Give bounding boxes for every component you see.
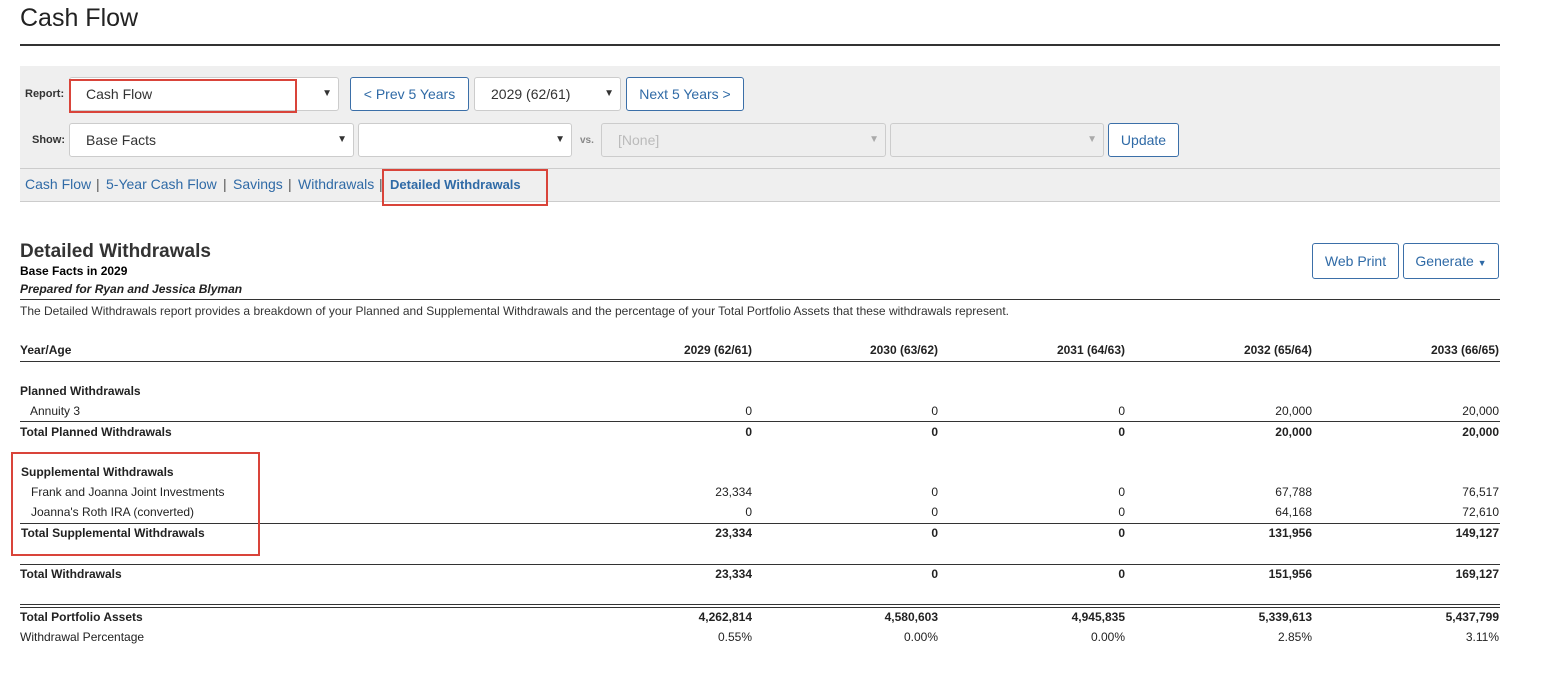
next-5-years-button[interactable]: Next 5 Years > [626,77,744,111]
table-cell: 5,339,613 [1258,610,1312,624]
table-cell: 23,334 [715,567,752,581]
show-select-value: Base Facts [86,132,157,148]
page-title: Cash Flow [20,4,139,32]
table-cell: 20,000 [1462,404,1499,418]
prev-5-years-button[interactable]: < Prev 5 Years [350,77,469,111]
year-select[interactable]: 2029 (62/61) ▼ [474,77,621,111]
table-cell: 151,956 [1268,567,1312,581]
table-cell: 4,580,603 [884,610,938,624]
row-label-total-planned: Total Planned Withdrawals [20,425,172,439]
show-label: Show: [32,134,65,146]
table-cell: 0 [1118,404,1125,418]
compare-select-value: [None] [618,132,660,148]
table-cell: 4,262,814 [698,610,752,624]
table-cell: 5,437,799 [1445,610,1499,624]
vs-label: vs. [580,135,594,146]
prepared-for: Prepared for Ryan and Jessica Blyman [20,282,243,296]
table-cell: 0 [931,567,938,581]
table-cell: 0 [1118,505,1125,519]
chevron-down-icon: ▼ [869,134,879,145]
generate-label: Generate [1415,253,1474,269]
report-label: Report: [25,88,65,100]
year-age-header: Year/Age [20,343,72,357]
double-rule-bottom [20,607,1500,608]
generate-button[interactable]: Generate ▼ [1403,243,1499,279]
planned-withdrawals-heading: Planned Withdrawals [20,384,141,398]
table-cell: 0.00% [1090,630,1125,644]
caret-down-icon: ▼ [1477,258,1487,268]
table-cell: 0.55% [717,630,752,644]
table-cell: 0 [931,526,938,540]
header-divider [20,299,1500,300]
chevron-down-icon: ▼ [555,134,565,145]
table-cell: 20,000 [1275,425,1312,439]
table-cell: 67,788 [1275,485,1312,499]
table-cell: 0 [745,425,752,439]
chevron-down-icon: ▼ [604,88,614,99]
report-subtitle: Base Facts in 2029 [20,264,128,278]
table-cell: 76,517 [1462,485,1499,499]
table-cell: 20,000 [1275,404,1312,418]
table-cell: 0 [931,404,938,418]
column-header: 2031 (64/63) [1056,343,1125,357]
table-cell: 64,168 [1275,505,1312,519]
table-cell: 169,127 [1455,567,1499,581]
highlight-report-select [69,79,297,113]
tab-cash-flow[interactable]: Cash Flow [25,176,91,192]
tab-separator: | [96,176,100,192]
row-label-withdrawal-percentage: Withdrawal Percentage [20,630,145,644]
table-cell: 0 [931,505,938,519]
column-header: 2029 (62/61) [683,343,752,357]
show-secondary-select[interactable]: ▼ [358,123,572,157]
web-print-button[interactable]: Web Print [1312,243,1399,279]
table-cell: 0 [745,505,752,519]
table-cell: 0.00% [903,630,938,644]
table-cell: 149,127 [1455,526,1499,540]
table-cell: 72,610 [1462,505,1499,519]
tab-savings[interactable]: Savings [233,176,283,192]
table-cell: 0 [1118,526,1125,540]
table-cell: 0 [745,404,752,418]
table-cell: 20,000 [1462,425,1499,439]
report-title: Detailed Withdrawals [20,241,211,262]
highlight-supplemental-section [11,452,260,556]
report-description: The Detailed Withdrawals report provides… [20,304,1009,318]
table-cell: 3.11% [1465,630,1499,644]
row-label-total-portfolio-assets: Total Portfolio Assets [20,610,143,624]
row-label-total-withdrawals: Total Withdrawals [20,567,122,581]
tab-separator: | [223,176,227,192]
title-divider [20,44,1500,46]
chevron-down-icon: ▼ [337,134,347,145]
show-select[interactable]: Base Facts ▼ [69,123,354,157]
column-header: 2032 (65/64) [1243,343,1312,357]
row-rule [20,564,1500,565]
year-select-value: 2029 (62/61) [491,86,571,102]
table-cell: 23,334 [715,526,752,540]
table-cell: 0 [1118,425,1125,439]
table-cell: 0 [931,425,938,439]
tab-withdrawals[interactable]: Withdrawals [298,176,374,192]
double-rule-top [20,604,1500,605]
column-header: 2033 (66/65) [1430,343,1499,357]
table-cell: 23,334 [715,485,752,499]
table-cell: 0 [1118,485,1125,499]
update-button[interactable]: Update [1108,123,1179,157]
table-cell: 0 [931,485,938,499]
table-cell: 2.85% [1277,630,1312,644]
compare-select[interactable]: [None] ▼ [601,123,886,157]
table-cell: 131,956 [1268,526,1312,540]
row-rule [20,421,1500,422]
table-header-rule [20,361,1500,362]
tab-5-year-cash-flow[interactable]: 5-Year Cash Flow [106,176,217,192]
table-cell: 4,945,835 [1071,610,1125,624]
chevron-down-icon: ▼ [1087,134,1097,145]
tab-separator: | [288,176,292,192]
row-label-annuity: Annuity 3 [30,404,81,418]
compare-secondary-select[interactable]: ▼ [890,123,1104,157]
chevron-down-icon: ▼ [322,88,332,99]
table-cell: 0 [1118,567,1125,581]
highlight-detailed-withdrawals-tab [382,169,548,206]
column-header: 2030 (63/62) [869,343,938,357]
